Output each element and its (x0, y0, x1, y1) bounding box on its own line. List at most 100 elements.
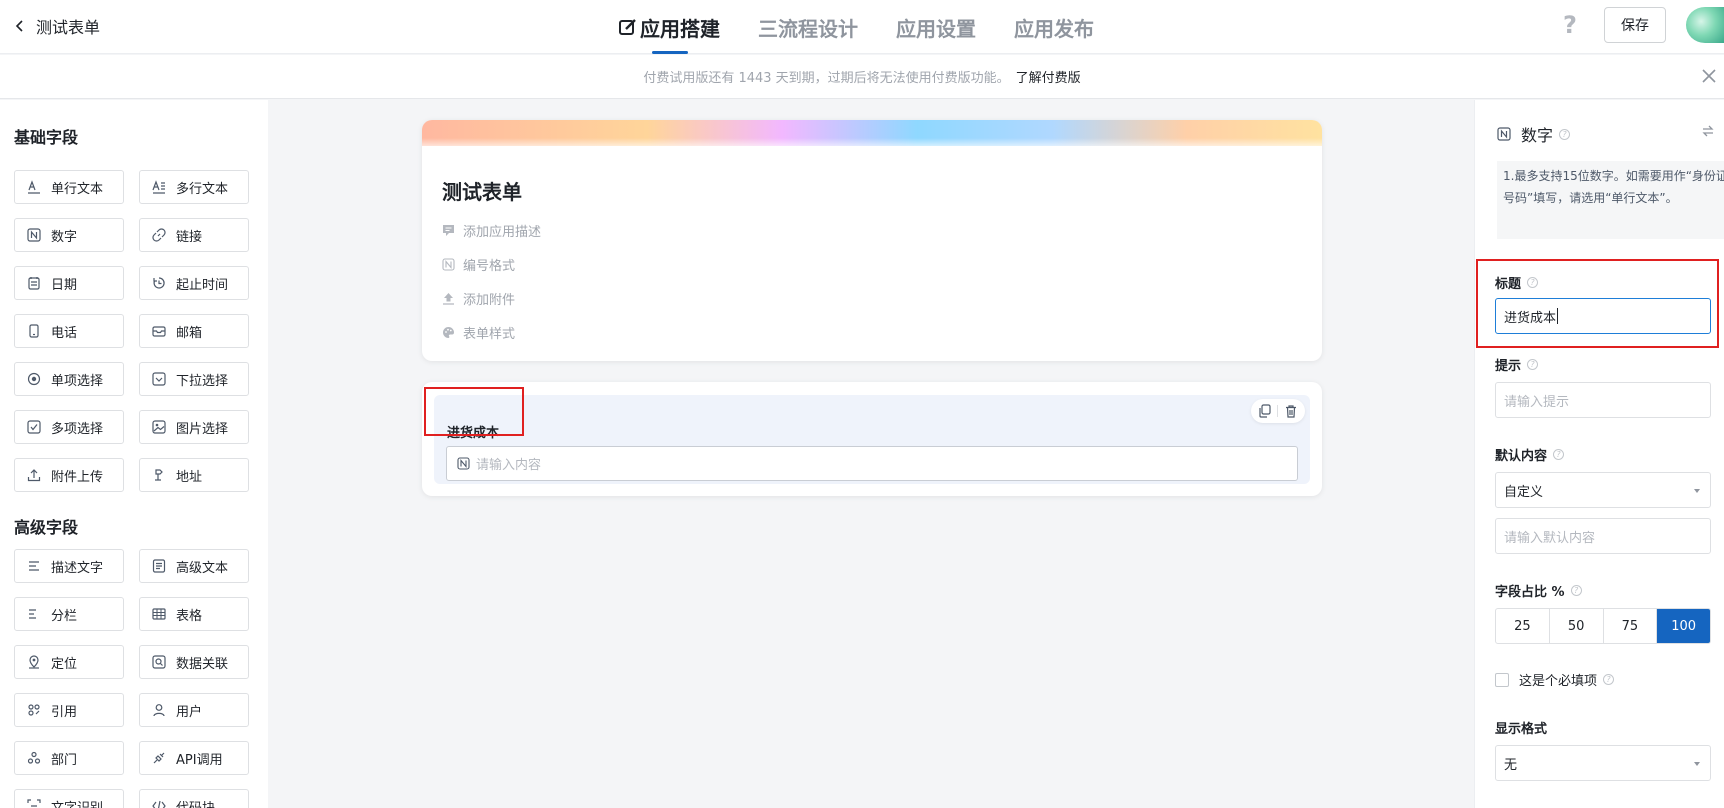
add-description-button[interactable]: 添加应用描述 (442, 221, 541, 240)
field-api-call[interactable]: API调用 (139, 741, 249, 775)
field-dropdown[interactable]: 下拉选择 (139, 362, 249, 396)
field-link[interactable]: 链接 (139, 218, 249, 252)
field-label: 用户 (176, 704, 203, 720)
field-date[interactable]: 日期 (14, 266, 124, 300)
field-time-range[interactable]: 起止时间 (139, 266, 249, 300)
ratio-option-75[interactable]: 75 (1604, 609, 1658, 643)
avatar[interactable] (1686, 7, 1724, 43)
field-reference[interactable]: 引用 (14, 693, 124, 727)
default-placeholder: 请输入默认内容 (1504, 530, 1596, 546)
tab-label: 三流程设计 (758, 16, 858, 41)
field-data-link[interactable]: 数据关联 (139, 645, 249, 679)
field-user[interactable]: 用户 (139, 693, 249, 727)
form-header-card: 测试表单 添加应用描述 编号格式 添加附件 表单样式 (422, 120, 1322, 361)
field-location[interactable]: 定位 (14, 645, 124, 679)
meta-label: 添加附件 (463, 293, 516, 308)
default-label-text: 默认内容 (1495, 449, 1548, 464)
ratio-option-100[interactable]: 100 (1657, 609, 1710, 643)
tab-app-settings[interactable]: 应用设置 (896, 0, 976, 54)
field-rich-text[interactable]: 高级文本 (139, 549, 249, 583)
field-department[interactable]: 部门 (14, 741, 124, 775)
meta-label: 编号格式 (463, 259, 516, 274)
save-button[interactable]: 保存 (1604, 7, 1666, 43)
trial-notice-text: 付费试用版还有 1443 天到期，过期后将无法使用付费版功能。 (643, 71, 1010, 86)
field-multi-line-text[interactable]: 多行文本 (139, 170, 249, 204)
close-icon[interactable] (1700, 67, 1718, 85)
description-icon (29, 561, 39, 571)
tab-app-publish[interactable]: 应用发布 (1014, 0, 1094, 54)
required-checkbox[interactable] (1495, 672, 1509, 687)
default-content-input[interactable]: 请输入默认内容 (1495, 518, 1711, 554)
field-label: 日期 (51, 277, 78, 293)
field-number[interactable]: 数字 (14, 218, 124, 252)
display-format-label: 显示格式 (1495, 718, 1547, 737)
default-content-select[interactable]: 自定义 (1495, 472, 1711, 508)
copy-icon[interactable] (1258, 404, 1272, 418)
field-description-text[interactable]: 描述文字 (14, 549, 124, 583)
field-address[interactable]: 地址 (139, 458, 249, 492)
number-field-input[interactable]: 请输入内容 (446, 446, 1298, 481)
number-icon (457, 457, 470, 470)
field-label: 文字识别 (51, 800, 104, 808)
field-label: 引用 (51, 704, 78, 720)
form-style-button[interactable]: 表单样式 (442, 323, 515, 342)
display-format-select[interactable]: 无 (1495, 745, 1711, 781)
help-circle-icon[interactable]: ? (1527, 359, 1539, 370)
add-attachment-button[interactable]: 添加附件 (442, 289, 515, 308)
hint-label: 提示? (1495, 355, 1539, 374)
mail-icon (152, 326, 166, 337)
back-button[interactable]: 测试表单 (14, 12, 100, 40)
field-attachment-upload[interactable]: 附件上传 (14, 458, 124, 492)
caret-down-icon (1694, 762, 1700, 766)
ratio-option-25[interactable]: 25 (1496, 609, 1550, 643)
dropdown-icon (152, 372, 166, 386)
properties-panel: 数字 ? 1.最多支持15位数字。如需要用作“身份证号码”填写，请选用“单行文本… (1474, 100, 1724, 808)
field-code-block[interactable]: 代码块 (139, 789, 249, 808)
trash-icon[interactable] (1284, 404, 1298, 418)
field-type-header: 数字 ? (1497, 122, 1571, 146)
field-label: 地址 (176, 469, 203, 485)
field-multi-choice[interactable]: 多项选择 (14, 410, 124, 444)
field-label: 表格 (176, 608, 203, 624)
field-phone[interactable]: 电话 (14, 314, 124, 348)
field-label: 链接 (176, 229, 203, 245)
field-palette: 基础字段 单行文本 多行文本 数字 链接 日期 起止时间 电话 邮箱 单项选择 … (0, 100, 268, 808)
form-title[interactable]: 测试表单 (442, 176, 522, 205)
help-circle-icon[interactable]: ? (1553, 449, 1565, 460)
tab-app-build[interactable]: 应用搭建 (618, 0, 720, 54)
code-icon (152, 800, 166, 808)
top-header: 测试表单 应用搭建 三流程设计 应用设置 应用发布 ? 保存 (0, 0, 1724, 54)
help-circle-icon[interactable]: ? (1603, 674, 1615, 685)
tab-process-design[interactable]: 三流程设计 (758, 0, 858, 54)
field-table[interactable]: 表格 (139, 597, 249, 631)
number-format-icon (442, 258, 455, 271)
number-format-button[interactable]: 编号格式 (442, 255, 515, 274)
field-image-choice[interactable]: 图片选择 (139, 410, 249, 444)
field-label: 单行文本 (51, 181, 104, 197)
help-icon[interactable]: ? (1558, 11, 1582, 39)
field-label: 多行文本 (176, 181, 229, 197)
field-label: 代码块 (176, 800, 216, 808)
swap-icon[interactable] (1701, 124, 1715, 138)
width-ratio-label: 字段占比 %? (1495, 581, 1582, 600)
field-ocr[interactable]: 文字识别 (14, 789, 124, 808)
help-circle-icon[interactable]: ? (1559, 128, 1571, 140)
field-type-description: 1.最多支持15位数字。如需要用作“身份证号码”填写，请选用“单行文本”。 (1497, 161, 1724, 239)
upgrade-link[interactable]: 了解付费版 (1016, 67, 1081, 86)
form-field-card[interactable]: 进货成本 请输入内容 (422, 382, 1322, 496)
help-circle-icon[interactable]: ? (1570, 585, 1582, 596)
field-label: 邮箱 (176, 325, 203, 341)
single-line-text-icon (28, 180, 40, 194)
field-single-choice[interactable]: 单项选择 (14, 362, 124, 396)
selected-field[interactable]: 进货成本 请输入内容 (434, 395, 1310, 484)
reference-icon (28, 704, 40, 716)
ratio-option-50[interactable]: 50 (1550, 609, 1604, 643)
hint-input[interactable]: 请输入提示 (1495, 382, 1711, 418)
required-label: 这是个必填项 (1519, 674, 1598, 689)
field-columns[interactable]: 分栏 (14, 597, 124, 631)
field-single-line-text[interactable]: 单行文本 (14, 170, 124, 204)
field-label: API调用 (176, 752, 223, 768)
radio-icon (27, 372, 41, 386)
field-email[interactable]: 邮箱 (139, 314, 249, 348)
highlight-box-title-input (1476, 259, 1719, 348)
